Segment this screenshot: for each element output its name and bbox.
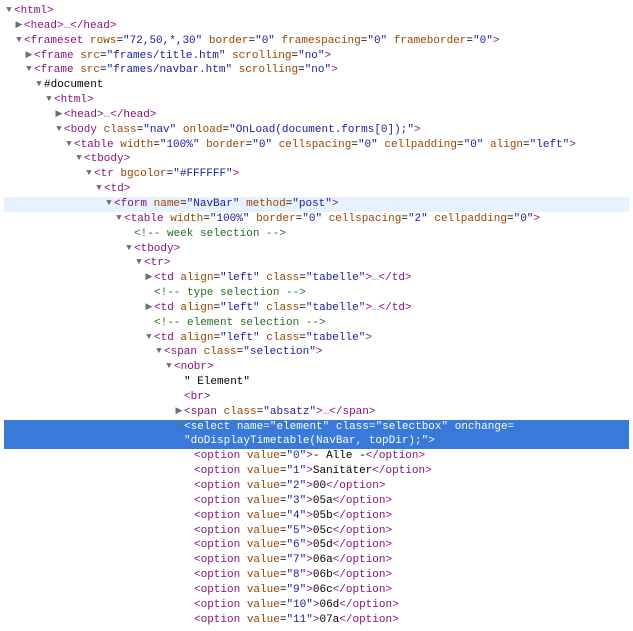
node-td-element: ▼<td align="left" class="tabelle"> (4, 331, 629, 346)
node-span-absatz: ▶<span class="absatz">…</span> (4, 405, 629, 420)
comment-week: <!-- week selection --> (4, 227, 629, 242)
disclosure-arrow[interactable]: ▼ (114, 212, 124, 224)
comment-element: <!-- element selection --> (4, 316, 629, 331)
comment-type: <!-- type selection --> (4, 286, 629, 301)
dom-tree: ▼<html>▶<head>…</head>▼<frameset rows="7… (4, 4, 629, 627)
node-tbody-outer: ▼<tbody> (4, 152, 629, 167)
node-select[interactable]: ▼<select name="element" class="selectbox… (4, 420, 629, 435)
node-td-week: ▶<td align="left" class="tabelle">…</td> (4, 271, 629, 286)
node-frame-navbar: ▼<frame src="frames/navbar.htm" scrollin… (4, 63, 629, 78)
node-document: ▼#document (4, 78, 629, 93)
disclosure-arrow[interactable]: ▼ (174, 420, 184, 432)
disclosure-arrow[interactable]: ▶ (14, 19, 24, 31)
disclosure-arrow[interactable]: ▼ (154, 345, 164, 357)
node-select-cont: "doDisplayTimetable(NavBar, topDir);"> (4, 434, 629, 449)
node-body: ▼<body class="nav" onload="OnLoad(docume… (4, 123, 629, 138)
node-option-2: <option value="2">00</option> (4, 479, 629, 494)
node-frame-title: ▶<frame src="frames/title.htm" scrolling… (4, 49, 629, 64)
node-option-4: <option value="4">05b</option> (4, 509, 629, 524)
node-td-type: ▶<td align="left" class="tabelle">…</td> (4, 301, 629, 316)
node-option-10: <option value="10">06d</option> (4, 598, 629, 613)
node-tbody-inner: ▼<tbody> (4, 242, 629, 257)
disclosure-arrow[interactable]: ▶ (54, 108, 64, 120)
node-inner-html: ▼<html> (4, 93, 629, 108)
disclosure-arrow[interactable]: ▼ (4, 4, 14, 16)
disclosure-arrow[interactable]: ▼ (44, 93, 54, 105)
disclosure-arrow[interactable]: ▶ (24, 49, 34, 61)
node-form: ▼<form name="NavBar" method="post"> (4, 197, 629, 212)
node-option-0: <option value="0">- Alle -</option> (4, 449, 629, 464)
node-frameset: ▼<frameset rows="72,50,*,30" border="0" … (4, 34, 629, 49)
text-element: " Element" (4, 375, 629, 390)
node-option-3: <option value="3">05a</option> (4, 494, 629, 509)
node-html: ▼<html> (4, 4, 629, 19)
disclosure-arrow[interactable]: ▶ (144, 271, 154, 283)
node-option-1: <option value="1">Sanitäter</option> (4, 464, 629, 479)
disclosure-arrow[interactable]: ▼ (24, 63, 34, 75)
disclosure-arrow[interactable]: ▼ (144, 331, 154, 343)
disclosure-arrow[interactable]: ▼ (84, 167, 94, 179)
disclosure-arrow[interactable]: ▼ (124, 242, 134, 254)
disclosure-arrow[interactable]: ▼ (94, 182, 104, 194)
node-option-5: <option value="5">05c</option> (4, 524, 629, 539)
disclosure-arrow[interactable]: ▼ (54, 123, 64, 135)
disclosure-arrow[interactable]: ▶ (144, 301, 154, 313)
node-table-outer: ▼<table width="100%" border="0" cellspac… (4, 138, 629, 153)
disclosure-arrow[interactable]: ▼ (134, 256, 144, 268)
disclosure-arrow[interactable]: ▼ (74, 152, 84, 164)
node-br: <br> (4, 390, 629, 405)
node-tr-outer: ▼<tr bgcolor="#FFFFFF"> (4, 167, 629, 182)
node-option-8: <option value="8">06b</option> (4, 568, 629, 583)
node-head: ▶<head>…</head> (4, 19, 629, 34)
disclosure-arrow[interactable]: ▼ (164, 360, 174, 372)
node-tr-inner: ▼<tr> (4, 256, 629, 271)
node-td-outer: ▼<td> (4, 182, 629, 197)
disclosure-arrow[interactable]: ▼ (14, 34, 24, 46)
disclosure-arrow[interactable]: ▶ (174, 405, 184, 417)
node-nobr: ▼<nobr> (4, 360, 629, 375)
node-table-inner: ▼<table width="100%" border="0" cellspac… (4, 212, 629, 227)
node-option-7: <option value="7">06a</option> (4, 553, 629, 568)
node-span-selection: ▼<span class="selection"> (4, 345, 629, 360)
disclosure-arrow[interactable]: ▼ (34, 78, 44, 90)
disclosure-arrow[interactable]: ▼ (104, 197, 114, 209)
node-option-11: <option value="11">07a</option> (4, 613, 629, 628)
node-option-9: <option value="9">06c</option> (4, 583, 629, 598)
node-inner-head: ▶<head>…</head> (4, 108, 629, 123)
disclosure-arrow[interactable]: ▼ (64, 138, 74, 150)
